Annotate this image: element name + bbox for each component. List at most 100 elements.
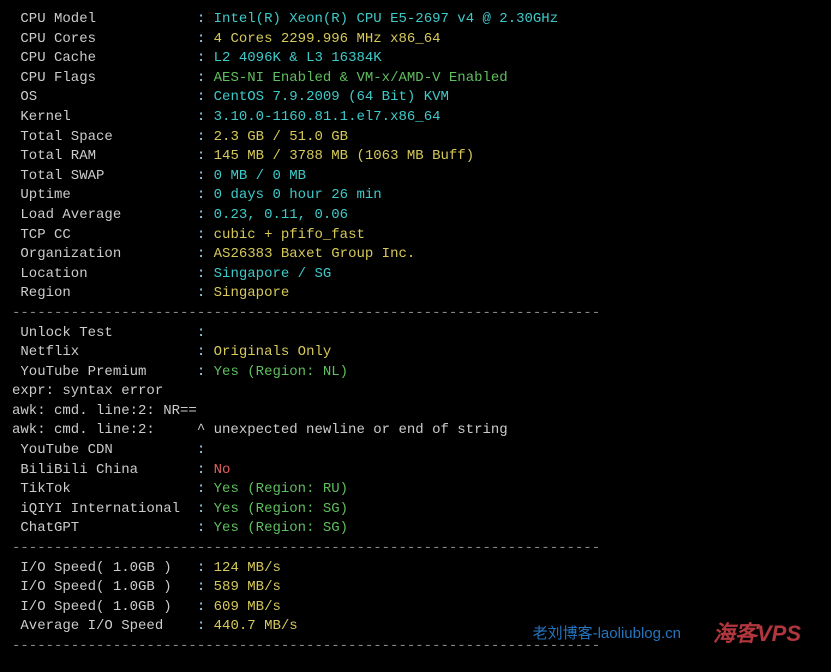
colon: : <box>197 501 214 517</box>
info-label: Total RAM <box>12 147 197 167</box>
info-label: Kernel <box>12 108 197 128</box>
info-value: Yes (Region: SG) <box>214 520 348 536</box>
io-speed-row: I/O Speed( 1.0GB ) : 589 MB/s <box>12 578 819 598</box>
io-speed-row: I/O Speed( 1.0GB ) : 124 MB/s <box>12 559 819 579</box>
colon: : <box>197 168 214 184</box>
info-label: Region <box>12 284 197 304</box>
divider: ----------------------------------------… <box>12 637 819 657</box>
unlock-test-row: Unlock Test : <box>12 324 819 344</box>
info-label: I/O Speed( 1.0GB ) <box>12 578 197 598</box>
info-value: 0 days 0 hour 26 min <box>214 187 382 203</box>
unlock-test-row: ChatGPT : Yes (Region: SG) <box>12 519 819 539</box>
info-value: Intel(R) Xeon(R) CPU E5-2697 v4 @ 2.30GH… <box>214 11 558 27</box>
info-value: 3.10.0-1160.81.1.el7.x86_64 <box>214 109 441 125</box>
system-info-row: CPU Flags : AES-NI Enabled & VM-x/AMD-V … <box>12 69 819 89</box>
info-value: Singapore <box>214 285 290 301</box>
info-label: Unlock Test <box>12 324 197 344</box>
info-label: CPU Cores <box>12 30 197 50</box>
info-value: 589 MB/s <box>214 579 281 595</box>
system-info-row: Uptime : 0 days 0 hour 26 min <box>12 186 819 206</box>
divider: ----------------------------------------… <box>12 304 819 324</box>
info-label: Total SWAP <box>12 167 197 187</box>
colon: : <box>197 462 214 478</box>
info-value: 124 MB/s <box>214 560 281 576</box>
colon: : <box>197 579 214 595</box>
info-label: I/O Speed( 1.0GB ) <box>12 559 197 579</box>
io-speed-row: Average I/O Speed : 440.7 MB/s <box>12 617 819 637</box>
unlock-test-row: iQIYI International : Yes (Region: SG) <box>12 500 819 520</box>
unlock-test-row: YouTube Premium : Yes (Region: NL) <box>12 363 819 383</box>
colon: : <box>197 266 214 282</box>
error-line: awk: cmd. line:2: NR== <box>12 402 819 422</box>
system-info-row: Kernel : 3.10.0-1160.81.1.el7.x86_64 <box>12 108 819 128</box>
info-label: Total Space <box>12 128 197 148</box>
info-label: TikTok <box>12 480 197 500</box>
watermark-laoliu: 老刘博客-laoliublog.cn <box>533 623 681 644</box>
info-value: AS26383 Baxet Group Inc. <box>214 246 416 262</box>
terminal-output: CPU Model : Intel(R) Xeon(R) CPU E5-2697… <box>12 10 819 657</box>
info-value: Yes (Region: SG) <box>214 501 348 517</box>
info-label: Netflix <box>12 343 197 363</box>
info-label: YouTube Premium <box>12 363 197 383</box>
system-info-row: Load Average : 0.23, 0.11, 0.06 <box>12 206 819 226</box>
system-info-row: Total Space : 2.3 GB / 51.0 GB <box>12 128 819 148</box>
colon: : <box>197 325 214 341</box>
info-value: Singapore / SG <box>214 266 332 282</box>
info-label: BiliBili China <box>12 461 197 481</box>
colon: : <box>197 207 214 223</box>
colon: : <box>197 618 214 634</box>
info-label: CPU Cache <box>12 49 197 69</box>
info-label: TCP CC <box>12 226 197 246</box>
info-label: Location <box>12 265 197 285</box>
colon: : <box>197 599 214 615</box>
error-line: awk: cmd. line:2: ^ unexpected newline o… <box>12 421 819 441</box>
info-value: No <box>214 462 231 478</box>
info-label: I/O Speed( 1.0GB ) <box>12 598 197 618</box>
info-label: Uptime <box>12 186 197 206</box>
info-value: 0 MB / 0 MB <box>214 168 306 184</box>
info-label: Average I/O Speed <box>12 617 197 637</box>
colon: : <box>197 89 214 105</box>
colon: : <box>197 285 214 301</box>
info-label: CPU Model <box>12 10 197 30</box>
info-value: Originals Only <box>214 344 332 360</box>
info-value: Yes (Region: NL) <box>214 364 348 380</box>
info-value: 4 Cores 2299.996 MHz x86_64 <box>214 31 441 47</box>
info-value: 609 MB/s <box>214 599 281 615</box>
info-label: Load Average <box>12 206 197 226</box>
system-info-row: Organization : AS26383 Baxet Group Inc. <box>12 245 819 265</box>
info-value: CentOS 7.9.2009 (64 Bit) KVM <box>214 89 449 105</box>
colon: : <box>197 70 214 86</box>
colon: : <box>197 109 214 125</box>
colon: : <box>197 442 214 458</box>
info-value: 0.23, 0.11, 0.06 <box>214 207 348 223</box>
watermark-haike: 海客VPS <box>713 619 801 650</box>
colon: : <box>197 364 214 380</box>
colon: : <box>197 344 214 360</box>
info-value: 440.7 MB/s <box>214 618 298 634</box>
colon: : <box>197 50 214 66</box>
info-label: YouTube CDN <box>12 441 197 461</box>
colon: : <box>197 520 214 536</box>
info-value: Yes (Region: RU) <box>214 481 348 497</box>
system-info-row: Total RAM : 145 MB / 3788 MB (1063 MB Bu… <box>12 147 819 167</box>
colon: : <box>197 148 214 164</box>
info-label: CPU Flags <box>12 69 197 89</box>
info-value: L2 4096K & L3 16384K <box>214 50 382 66</box>
unlock-test-row: YouTube CDN : <box>12 441 819 461</box>
system-info-row: CPU Model : Intel(R) Xeon(R) CPU E5-2697… <box>12 10 819 30</box>
system-info-row: OS : CentOS 7.9.2009 (64 Bit) KVM <box>12 88 819 108</box>
info-label: ChatGPT <box>12 519 197 539</box>
system-info-row: TCP CC : cubic + pfifo_fast <box>12 226 819 246</box>
colon: : <box>197 129 214 145</box>
divider: ----------------------------------------… <box>12 539 819 559</box>
info-label: iQIYI International <box>12 500 197 520</box>
system-info-row: CPU Cache : L2 4096K & L3 16384K <box>12 49 819 69</box>
colon: : <box>197 31 214 47</box>
colon: : <box>197 481 214 497</box>
io-speed-row: I/O Speed( 1.0GB ) : 609 MB/s <box>12 598 819 618</box>
colon: : <box>197 560 214 576</box>
unlock-test-row: BiliBili China : No <box>12 461 819 481</box>
info-label: Organization <box>12 245 197 265</box>
error-line: expr: syntax error <box>12 382 819 402</box>
